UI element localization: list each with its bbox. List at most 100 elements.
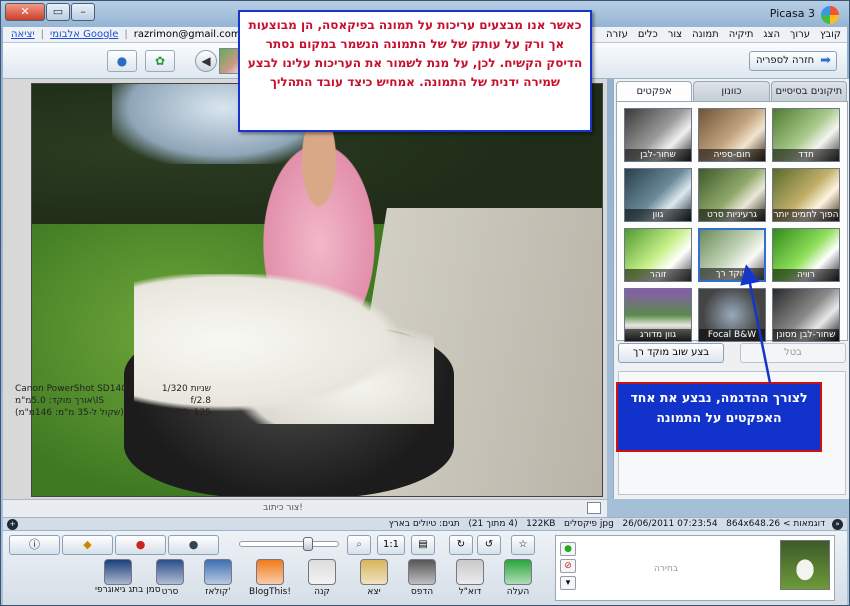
separator: | [124, 29, 128, 40]
print-button[interactable]: הדפס [399, 559, 445, 603]
email-button[interactable]: דוא"ל [447, 559, 493, 603]
caption-toggle-button[interactable] [587, 502, 601, 514]
focal-length: אורך מוקד: 5.0מ"מ\IS [15, 396, 105, 406]
focal-equivalent: (שקול ל-35 מ"מ: 146מ"מ) [15, 408, 124, 418]
tray-menu-button[interactable]: ▾ [560, 576, 576, 590]
menu-item[interactable]: הצג [763, 29, 780, 40]
caption-input[interactable]: צור כיתוב! [3, 503, 563, 513]
menu-item[interactable]: קובץ [820, 29, 841, 40]
effect-thumbnail[interactable]: חום-ספיה [698, 108, 766, 162]
effect-label: הפוך לחמים יותר [773, 209, 839, 221]
effect-thumbnail[interactable]: חדד [772, 108, 840, 162]
minimize-button[interactable]: – [71, 3, 95, 21]
google-albums-link[interactable]: אלבומי Google [50, 29, 118, 40]
info-button[interactable]: ⓘ [9, 535, 60, 555]
tray-pin-button[interactable]: ● [560, 542, 576, 556]
globe-icon: ● [116, 54, 128, 68]
effect-thumbnail[interactable]: הפוך לחמים יותר [772, 168, 840, 222]
tab-1[interactable]: כוונון [693, 81, 770, 101]
effects-panel: חדד חום-ספיה שחור-לבן הפוך לחמים יותר גרעיני… [616, 101, 848, 342]
one-to-one-icon: 1:1 [382, 539, 400, 550]
dropdown-icon: ▾ [565, 578, 571, 588]
layout-button[interactable]: ▤ [411, 535, 435, 555]
action-buttons: העלה דוא"ל הדפס יצא קנה BlogThis! קולאז' סרט סמן… [95, 559, 535, 603]
tab-0[interactable]: תיקונים בסיסיים [770, 81, 847, 101]
zoom-slider-knob[interactable] [303, 537, 313, 551]
upload-label: העלה [506, 587, 530, 597]
geotag-button[interactable]: סמן בתג גיאוגרפי [95, 559, 161, 603]
rotate-right-button[interactable]: ↻ [449, 535, 473, 555]
annotation-note-top: כאשר אנו מבצעים עריכות על תמונה בפיקאסה,… [238, 10, 592, 132]
menu-item[interactable]: כלים [638, 29, 658, 40]
menu-item[interactable]: צור [668, 29, 682, 40]
tray-thumbnail[interactable] [780, 540, 830, 590]
effect-label: זוהר [625, 269, 691, 281]
effect-thumbnail[interactable]: גוון [624, 168, 692, 222]
status-collapse-icon[interactable]: » [832, 519, 843, 530]
collage-button[interactable]: קולאז' [195, 559, 241, 603]
menu-item[interactable]: תמונה [692, 29, 719, 40]
back-to-library-button[interactable]: חזרה לספריה ➡ [749, 51, 837, 71]
close-button[interactable]: ✕ [5, 3, 45, 21]
shop-button[interactable]: קנה [299, 559, 345, 603]
effect-label: חדד [773, 149, 839, 161]
zoom-fit-button[interactable]: ⌕ [347, 535, 371, 555]
upload-button[interactable]: העלה [495, 559, 541, 603]
export-button[interactable]: יצא [351, 559, 397, 603]
menu-item[interactable]: עזרה [606, 29, 628, 40]
menu-item[interactable]: ערוך [790, 29, 810, 40]
print-icon [408, 559, 436, 585]
person-icon: ● [188, 538, 199, 551]
pin-green-icon: ● [564, 544, 572, 554]
globe-button[interactable]: ● [107, 50, 137, 72]
account-email: razrimon@gmail.com [133, 29, 241, 40]
email-label: דוא"ל [458, 587, 482, 597]
logout-link[interactable]: יציאה [11, 29, 35, 40]
movie-icon [156, 559, 184, 585]
effect-thumbnail[interactable]: רוויה [772, 228, 840, 282]
menu-items: קובץ ערוך הצג תיקיה תמונה צור כלים עזרה [606, 29, 841, 40]
aperture: f/2.8 [190, 396, 211, 406]
maximize-button[interactable]: ▭ [46, 3, 70, 21]
effect-controls: בצע שוב מוקד רך בטל [618, 343, 846, 363]
effect-label: חום-ספיה [699, 149, 765, 161]
rotate-left-icon: ↺ [484, 539, 494, 550]
location-button[interactable]: ● [115, 535, 166, 555]
movie-button[interactable]: סרט [147, 559, 193, 603]
people-button[interactable]: ● [168, 535, 219, 555]
status-text: דוגמאות > 26.jpg 26/06/2011 07:23:54 864… [389, 519, 825, 529]
effect-thumbnail[interactable]: זוהר [624, 228, 692, 282]
info-icon: ⓘ [29, 538, 40, 551]
effect-label: גוון [625, 209, 691, 221]
effect-thumbnail[interactable]: גרעיניות סרט [698, 168, 766, 222]
main-photo[interactable] [31, 83, 603, 497]
tag-button[interactable]: ◆ [62, 535, 113, 555]
effect-label: שחור-לבן [625, 149, 691, 161]
selection-label: בחירה [653, 564, 679, 574]
star-button[interactable]: ☆ [511, 535, 535, 555]
effect-thumbnail[interactable]: שחור-לבן מסונן [772, 288, 840, 342]
menu-item[interactable]: תיקיה [729, 29, 754, 40]
status-add-icon[interactable]: + [7, 519, 18, 530]
effect-thumbnail[interactable]: גוון מדורג [624, 288, 692, 342]
tag-icon: ◆ [83, 538, 92, 551]
arrow-right-icon: ➡ [820, 53, 831, 68]
window-title: Picasa 3 [769, 7, 815, 20]
effect-thumbnail[interactable]: שחור-לבן [624, 108, 692, 162]
shop-icon [308, 559, 336, 585]
blog-button[interactable]: BlogThis! [247, 559, 293, 603]
tab-2[interactable]: אפקטים [616, 81, 693, 101]
previous-photo-button[interactable]: ◀ [195, 50, 217, 72]
effect-label: גרעיניות סרט [699, 209, 765, 221]
actual-size-button[interactable]: 1:1 [377, 535, 405, 555]
redo-effect-button[interactable]: בצע שוב מוקד רך [618, 343, 724, 363]
effect-label: גוון מדורג [625, 329, 691, 341]
share-button[interactable]: ✿ [145, 50, 175, 72]
exif-info: Canon PowerShot SD1400 1/320 שניות אורך מ… [15, 383, 211, 419]
zoom-slider[interactable] [239, 537, 339, 551]
panel-buttons: ⓘ ◆ ● ● [9, 535, 219, 555]
annotation-arrow [740, 264, 772, 384]
picasa-logo-icon [821, 6, 839, 24]
edit-tabs: תיקונים בסיסיים כוונון אפקטים [616, 81, 848, 101]
rotate-left-button[interactable]: ↺ [477, 535, 501, 555]
